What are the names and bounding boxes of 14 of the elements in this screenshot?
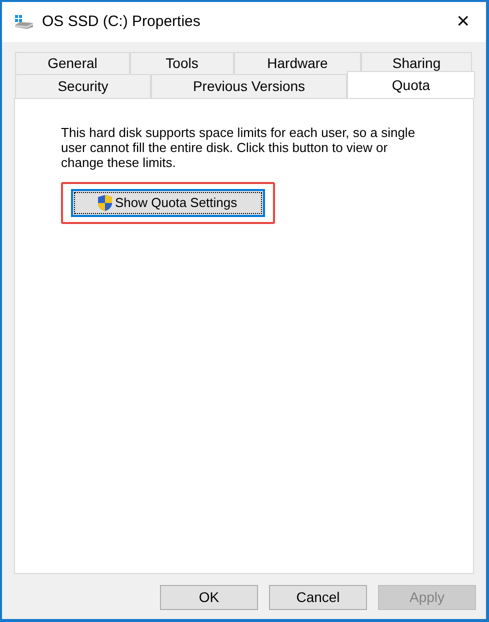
tab[interactable]: Quota [347,71,475,98]
close-button[interactable]: ✕ [440,2,486,42]
tab[interactable]: Tools [130,52,234,74]
show-quota-settings-button[interactable]: Show Quota Settings [71,189,266,216]
description-text: This hard disk supports space limits for each user, so a single user cannot fill the entire disk. Click this button to view or change these limits. [61,125,416,170]
dialog-button[interactable]: OK [160,585,258,610]
drive-icon [14,14,34,30]
dialog-button[interactable]: Cancel [269,585,367,610]
tab[interactable]: General [15,52,130,74]
shield-icon [97,194,113,212]
tab[interactable]: Security [15,74,151,98]
tab[interactable]: Previous Versions [151,74,347,98]
tab[interactable]: Hardware [234,52,361,74]
window-title: OS SSD (C:) Properties [42,12,202,32]
